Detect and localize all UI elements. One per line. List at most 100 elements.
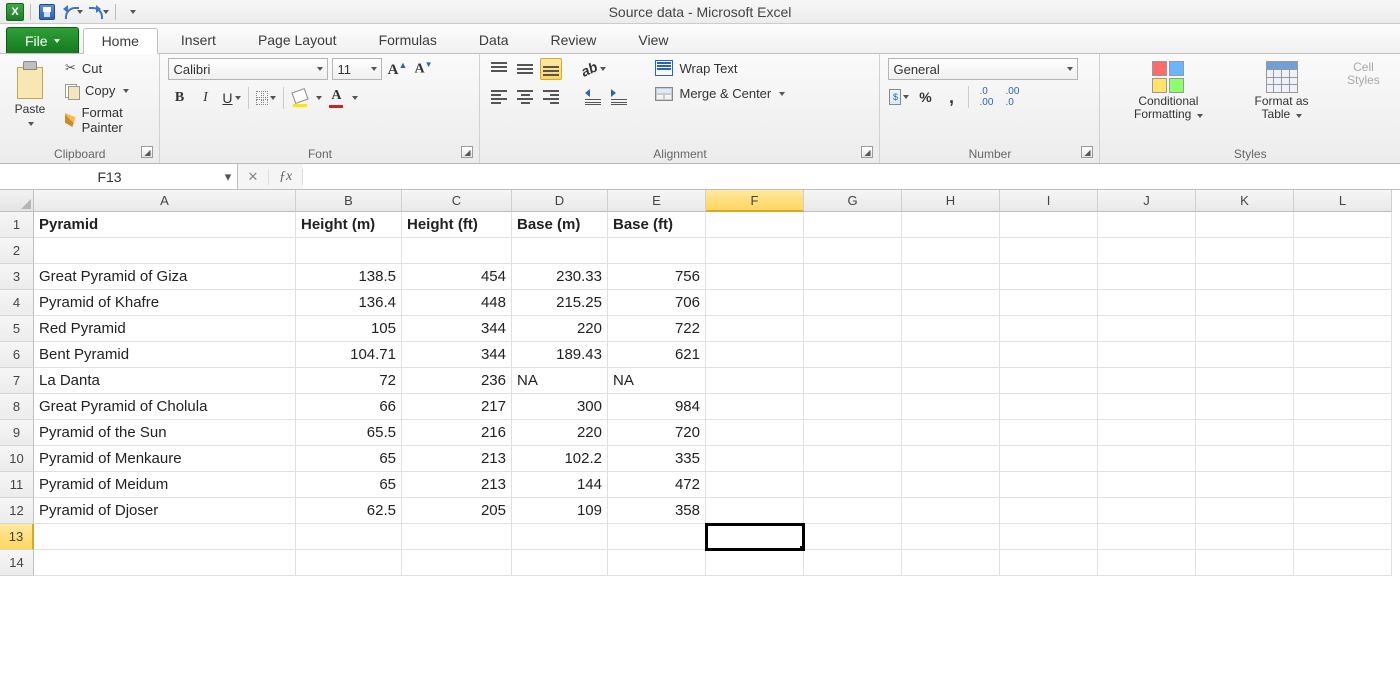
cell-I12[interactable] <box>1000 498 1098 524</box>
align-bottom-button[interactable] <box>540 58 562 80</box>
cell-E4[interactable]: 706 <box>608 290 706 316</box>
cell-C9[interactable]: 216 <box>402 420 512 446</box>
cell-L3[interactable] <box>1294 264 1392 290</box>
cell-E2[interactable] <box>608 238 706 264</box>
cell-F9[interactable] <box>706 420 804 446</box>
column-header-H[interactable]: H <box>902 190 1000 212</box>
cell-F4[interactable] <box>706 290 804 316</box>
cell-A12[interactable]: Pyramid of Djoser <box>34 498 296 524</box>
cell-G3[interactable] <box>804 264 902 290</box>
column-header-J[interactable]: J <box>1098 190 1196 212</box>
cell-K10[interactable] <box>1196 446 1294 472</box>
row-header-3[interactable]: 3 <box>0 264 34 290</box>
cell-C4[interactable]: 448 <box>402 290 512 316</box>
cell-C7[interactable]: 236 <box>402 368 512 394</box>
cell-L7[interactable] <box>1294 368 1392 394</box>
cell-C2[interactable] <box>402 238 512 264</box>
cell-B6[interactable]: 104.71 <box>296 342 402 368</box>
cell-C1[interactable]: Height (ft) <box>402 212 512 238</box>
bold-button[interactable]: B <box>168 87 190 109</box>
cell-I2[interactable] <box>1000 238 1098 264</box>
file-tab[interactable]: File <box>6 27 79 53</box>
cell-F10[interactable] <box>706 446 804 472</box>
font-color-button[interactable]: A <box>326 86 346 110</box>
cell-F11[interactable] <box>706 472 804 498</box>
cell-D2[interactable] <box>512 238 608 264</box>
wrap-text-button[interactable]: Wrap Text <box>650 58 790 78</box>
cell-H10[interactable] <box>902 446 1000 472</box>
decrease-decimal-button[interactable]: .00.0 <box>1001 86 1023 108</box>
cell-E8[interactable]: 984 <box>608 394 706 420</box>
align-center-button[interactable] <box>514 86 536 108</box>
row-header-9[interactable]: 9 <box>0 420 34 446</box>
cell-H14[interactable] <box>902 550 1000 576</box>
cell-A4[interactable]: Pyramid of Khafre <box>34 290 296 316</box>
cell-J5[interactable] <box>1098 316 1196 342</box>
cell-K7[interactable] <box>1196 368 1294 394</box>
cell-C6[interactable]: 344 <box>402 342 512 368</box>
cell-D3[interactable]: 230.33 <box>512 264 608 290</box>
tab-view[interactable]: View <box>619 27 687 53</box>
column-header-A[interactable]: A <box>34 190 296 212</box>
cell-D9[interactable]: 220 <box>512 420 608 446</box>
cell-I3[interactable] <box>1000 264 1098 290</box>
cell-C3[interactable]: 454 <box>402 264 512 290</box>
cell-L11[interactable] <box>1294 472 1392 498</box>
cell-B14[interactable] <box>296 550 402 576</box>
number-format-dropdown[interactable]: General <box>888 58 1078 80</box>
cell-E13[interactable] <box>608 524 706 550</box>
alignment-dialog-launcher[interactable]: ◢ <box>861 146 873 158</box>
cell-H1[interactable] <box>902 212 1000 238</box>
name-box-input[interactable] <box>0 169 219 185</box>
cell-A11[interactable]: Pyramid of Meidum <box>34 472 296 498</box>
cell-B11[interactable]: 65 <box>296 472 402 498</box>
cell-H3[interactable] <box>902 264 1000 290</box>
cell-B4[interactable]: 136.4 <box>296 290 402 316</box>
cell-J1[interactable] <box>1098 212 1196 238</box>
cell-A3[interactable]: Great Pyramid of Giza <box>34 264 296 290</box>
cell-G6[interactable] <box>804 342 902 368</box>
cell-H8[interactable] <box>902 394 1000 420</box>
font-size-dropdown[interactable]: 11 <box>332 58 382 80</box>
column-header-L[interactable]: L <box>1294 190 1392 212</box>
cell-L4[interactable] <box>1294 290 1392 316</box>
row-header-11[interactable]: 11 <box>0 472 34 498</box>
cell-K5[interactable] <box>1196 316 1294 342</box>
font-name-dropdown[interactable]: Calibri <box>168 58 328 80</box>
cell-G13[interactable] <box>804 524 902 550</box>
cell-J7[interactable] <box>1098 368 1196 394</box>
cell-J4[interactable] <box>1098 290 1196 316</box>
cell-B5[interactable]: 105 <box>296 316 402 342</box>
cell-D1[interactable]: Base (m) <box>512 212 608 238</box>
cell-L5[interactable] <box>1294 316 1392 342</box>
cell-I6[interactable] <box>1000 342 1098 368</box>
cell-G5[interactable] <box>804 316 902 342</box>
cell-C10[interactable]: 213 <box>402 446 512 472</box>
cell-A8[interactable]: Great Pyramid of Cholula <box>34 394 296 420</box>
cell-D10[interactable]: 102.2 <box>512 446 608 472</box>
row-header-10[interactable]: 10 <box>0 446 34 472</box>
cell-J9[interactable] <box>1098 420 1196 446</box>
cell-L14[interactable] <box>1294 550 1392 576</box>
format-painter-button[interactable]: Format Painter <box>60 103 151 137</box>
cell-C14[interactable] <box>402 550 512 576</box>
column-header-G[interactable]: G <box>804 190 902 212</box>
cell-L2[interactable] <box>1294 238 1392 264</box>
row-header-6[interactable]: 6 <box>0 342 34 368</box>
fill-color-button[interactable] <box>290 87 310 109</box>
cell-L1[interactable] <box>1294 212 1392 238</box>
cell-F12[interactable] <box>706 498 804 524</box>
cell-B2[interactable] <box>296 238 402 264</box>
cell-J3[interactable] <box>1098 264 1196 290</box>
cell-B12[interactable]: 62.5 <box>296 498 402 524</box>
redo-button[interactable] <box>89 3 109 21</box>
cell-A10[interactable]: Pyramid of Menkaure <box>34 446 296 472</box>
cell-E10[interactable]: 335 <box>608 446 706 472</box>
cell-L13[interactable] <box>1294 524 1392 550</box>
cell-L8[interactable] <box>1294 394 1392 420</box>
number-dialog-launcher[interactable]: ◢ <box>1081 146 1093 158</box>
cell-G10[interactable] <box>804 446 902 472</box>
shrink-font-button[interactable]: A▼ <box>412 58 434 80</box>
percent-format-button[interactable]: % <box>914 86 936 108</box>
cell-C8[interactable]: 217 <box>402 394 512 420</box>
